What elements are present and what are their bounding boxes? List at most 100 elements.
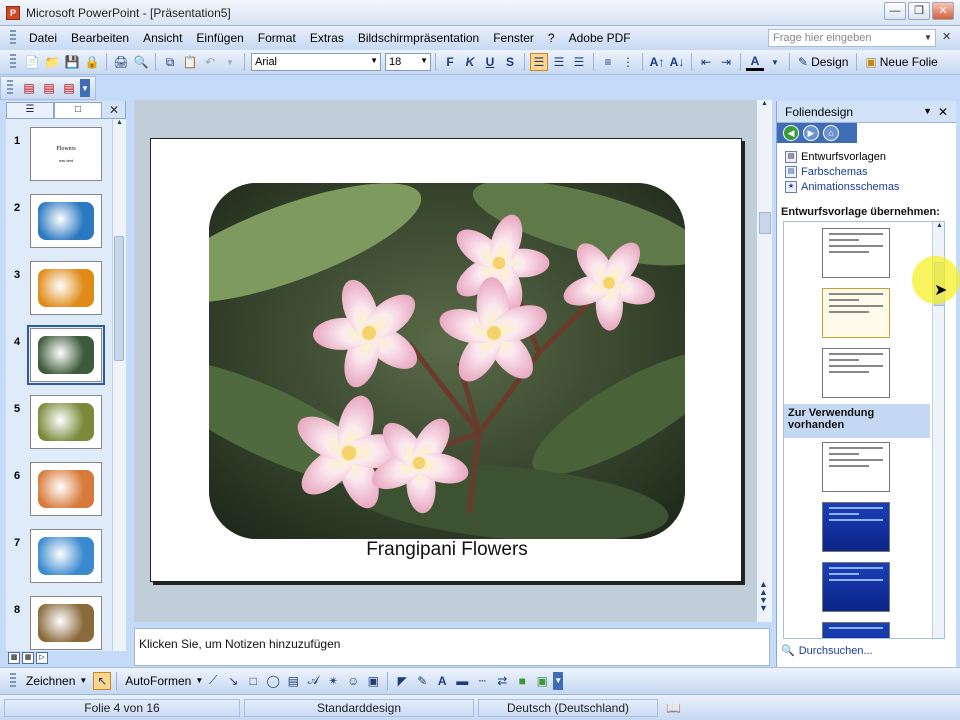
link-animationsschemas[interactable]: ★ Animationsschemas (785, 181, 899, 193)
close-icon[interactable]: ✕ (109, 103, 119, 117)
increase-font-icon[interactable]: A↑ (648, 53, 666, 71)
line-style-icon[interactable]: ▬ (453, 672, 471, 690)
menu-bearbeiten[interactable]: Bearbeiten (64, 31, 136, 45)
slides-scroll-thumb[interactable] (114, 236, 124, 361)
design-template[interactable] (822, 622, 890, 638)
back-icon[interactable]: ◀ (783, 125, 799, 141)
slide-thumbnail[interactable]: Flowers nav text (30, 127, 102, 181)
help-search-input[interactable]: Frage hier eingeben (768, 29, 936, 47)
close-icon[interactable]: ✕ (938, 105, 948, 119)
dash-style-icon[interactable]: ┄ (473, 672, 491, 690)
slide-scroll-thumb[interactable] (759, 212, 771, 234)
align-left-icon[interactable]: ☰ (530, 53, 548, 71)
scroll-up-icon[interactable]: ▲ (113, 119, 126, 126)
autoshapes-menu-button[interactable]: AutoFormen (121, 674, 195, 688)
menu-format[interactable]: Format (251, 31, 303, 45)
slide-thumbnail[interactable] (30, 395, 102, 449)
design-template[interactable] (822, 348, 890, 398)
menu-datei[interactable]: Datei (22, 31, 64, 45)
design-template[interactable] (822, 228, 890, 278)
tab-outline[interactable]: ☰ (6, 102, 54, 118)
shadow-style-icon[interactable]: ■ (513, 672, 531, 690)
italic-icon[interactable]: K (461, 53, 479, 71)
menu-help[interactable]: ? (541, 31, 562, 45)
slide-thumbnail[interactable] (30, 194, 102, 248)
3d-style-icon[interactable]: ▣ (533, 672, 551, 690)
tab-slides[interactable]: □ (54, 102, 102, 118)
chevron-down-icon[interactable]: ▼ (79, 676, 87, 685)
slide-thumbnail[interactable] (30, 596, 102, 650)
draw-menu-button[interactable]: Zeichnen (22, 674, 79, 688)
normal-view-icon[interactable]: ▩ (8, 652, 20, 664)
browse-link[interactable]: 🔍 Durchsuchen... (781, 644, 873, 658)
slide-thumbnail-row[interactable]: 2 (6, 194, 110, 254)
font-name-select[interactable]: Arial ▼ (251, 53, 381, 71)
clipart-icon[interactable]: ☺ (344, 672, 362, 690)
slideshow-view-icon[interactable]: ▷ (36, 652, 48, 664)
oval-icon[interactable]: ◯ (264, 672, 282, 690)
align-center-icon[interactable]: ☰ (550, 53, 568, 71)
picture-icon[interactable]: ▣ (364, 672, 382, 690)
menu-fenster[interactable]: Fenster (486, 31, 541, 45)
paste-icon[interactable]: 📋 (181, 53, 199, 71)
shadow-icon[interactable]: S (501, 53, 519, 71)
diagram-icon[interactable]: ✴ (324, 672, 342, 690)
slide-thumbnail-row[interactable]: 7 (6, 529, 110, 589)
design-template[interactable] (822, 442, 890, 492)
frangipani-flower-photo[interactable] (209, 183, 685, 539)
chevron-down-icon[interactable]: ▼ (924, 33, 932, 42)
select-pointer-icon[interactable]: ↖ (93, 671, 112, 690)
arrow-style-icon[interactable]: ⇄ (493, 672, 511, 690)
slides-scrollbar[interactable]: ▲ (112, 119, 126, 651)
design-button[interactable]: ✎ Design (794, 55, 852, 69)
decrease-indent-icon[interactable]: ⇤ (697, 53, 715, 71)
link-entwurfsvorlagen[interactable]: ▤ Entwurfsvorlagen (785, 151, 886, 163)
fill-color-icon[interactable]: ◤ (393, 672, 411, 690)
powerpoint-app-icon[interactable]: P (6, 5, 20, 20)
current-slide[interactable]: Frangipani Flowers (150, 138, 742, 582)
scroll-up-icon[interactable]: ▲ (933, 222, 944, 229)
close-window-button[interactable]: ✕ (932, 2, 954, 20)
wordart-icon[interactable]: 𝒜 (304, 672, 322, 690)
align-right-icon[interactable]: ☰ (570, 53, 588, 71)
arrow-icon[interactable]: ↘ (224, 672, 242, 690)
design-template[interactable] (822, 288, 890, 338)
previous-slide-icon[interactable]: ▲ ▲ ▼ ▼ (759, 580, 768, 613)
pdf-review-icon[interactable]: ▤ (60, 79, 78, 97)
print-icon[interactable]: 🖨 (112, 53, 130, 71)
menu-bildschirmpraesentation[interactable]: Bildschirmpräsentation (351, 31, 486, 45)
notes-field[interactable]: Klicken Sie, um Notizen hinzuzufügen (134, 628, 770, 666)
menu-extras[interactable]: Extras (303, 31, 351, 45)
underline-icon[interactable]: U (481, 53, 499, 71)
toolbar-grip[interactable] (10, 54, 16, 70)
save-icon[interactable]: 💾 (63, 53, 81, 71)
slide-thumbnail[interactable] (30, 261, 102, 315)
chevron-down-icon[interactable]: ▼ (195, 676, 203, 685)
slide-scrollbar[interactable]: ▲ ▲ ▲ ▼ ▼ (756, 100, 772, 622)
design-template[interactable] (822, 502, 890, 552)
bold-icon[interactable]: F (441, 53, 459, 71)
line-color-icon[interactable]: ✎ (413, 672, 431, 690)
slide-thumbnail[interactable] (30, 462, 102, 516)
spelling-icon[interactable]: 📖 (666, 701, 681, 715)
permission-icon[interactable]: 🔒 (83, 53, 101, 71)
menu-ansicht[interactable]: Ansicht (136, 31, 189, 45)
copy-icon[interactable]: ⧉ (161, 53, 179, 71)
font-size-select[interactable]: 18 ▼ (385, 53, 431, 71)
pdf-convert-icon[interactable]: ▤ (20, 79, 38, 97)
chevron-down-icon[interactable]: ▼ (923, 106, 932, 116)
slide-thumbnail-row[interactable]: 4 (6, 325, 110, 388)
rectangle-icon[interactable]: □ (244, 672, 262, 690)
slide-thumbnail-row[interactable]: 3 (6, 261, 110, 321)
link-farbschemas[interactable]: ▤ Farbschemas (785, 166, 868, 178)
menu-adobe-pdf[interactable]: Adobe PDF (562, 31, 638, 45)
forward-icon[interactable]: ▶ (803, 125, 819, 141)
redo-dropdown-icon[interactable]: ▼ (221, 53, 239, 71)
slide-thumbnail[interactable] (30, 529, 102, 583)
slide-thumbnail-row[interactable]: 8 (6, 596, 110, 656)
new-file-icon[interactable]: 📄 (23, 53, 41, 71)
home-icon[interactable]: ⌂ (823, 125, 839, 141)
font-color-icon[interactable]: A (433, 672, 451, 690)
print-preview-icon[interactable]: 🔍 (132, 53, 150, 71)
line-icon[interactable]: ⟋ (204, 672, 222, 690)
